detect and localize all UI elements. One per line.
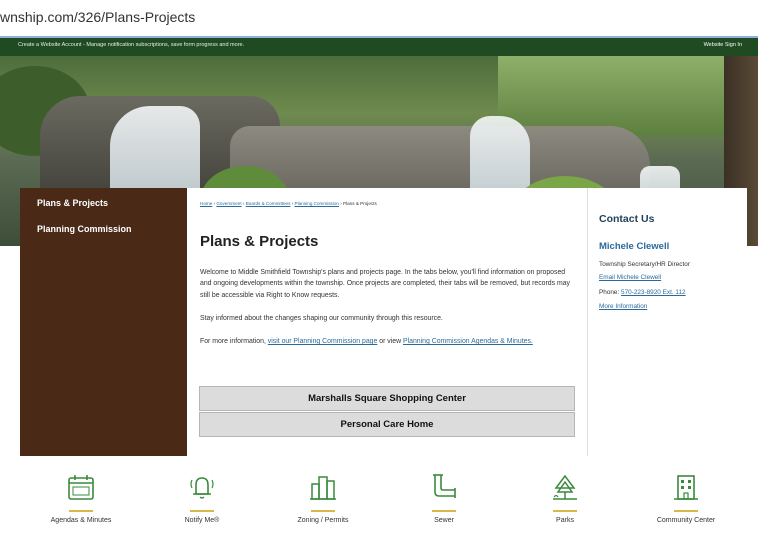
contact-email-link[interactable]: Email Michele Clewell xyxy=(599,274,661,281)
hero-background xyxy=(498,56,758,136)
bell-icon xyxy=(190,477,214,499)
main-content: Home › Government › Boards & Committees … xyxy=(187,188,587,456)
quicklink-label: Community Center xyxy=(656,517,716,524)
calendar-icon xyxy=(68,475,94,500)
quicklink-label: Zoning / Permits xyxy=(297,517,349,524)
contact-more-line: More Information xyxy=(599,303,647,310)
breadcrumb-boards[interactable]: Boards & Committees xyxy=(246,201,291,206)
quicklink-zoning-permits[interactable]: Zoning / Permits xyxy=(263,470,383,524)
more-information-link[interactable]: More Information xyxy=(599,303,647,310)
breadcrumb: Home › Government › Boards & Committees … xyxy=(200,201,377,206)
contact-phone-line: Phone: 570-223-8920 Ext. 112 xyxy=(599,289,686,296)
account-message-link[interactable]: Create a Website Account - Manage notifi… xyxy=(18,42,244,48)
quicklink-community-center[interactable]: Community Center xyxy=(626,470,746,524)
address-bar[interactable]: wnship.com/326/Plans-Projects xyxy=(0,0,758,38)
contact-panel: Contact Us Michele Clewell Township Secr… xyxy=(587,188,747,456)
accordion-tab-personal-care-home[interactable]: Personal Care Home xyxy=(199,412,575,437)
quicklink-accent-bar xyxy=(432,510,456,512)
breadcrumb-home[interactable]: Home xyxy=(200,201,212,206)
quicklink-label: Sewer xyxy=(434,517,454,524)
contact-role: Township Secretary/HR Director xyxy=(599,261,690,268)
accordion-tab-marshalls-square[interactable]: Marshalls Square Shopping Center xyxy=(199,386,575,411)
quicklink-accent-bar xyxy=(190,510,214,512)
phone-label: Phone: xyxy=(599,289,622,296)
sidebar-item-planning-commission[interactable]: Planning Commission xyxy=(37,224,132,234)
quicklink-notify-me[interactable]: Notify Me® xyxy=(142,470,262,524)
quicklink-accent-bar xyxy=(69,510,93,512)
breadcrumb-government[interactable]: Government xyxy=(216,201,241,206)
links-paragraph-text: For more information, xyxy=(200,338,268,345)
contact-email-line: Email Michele Clewell xyxy=(599,274,661,281)
sidebar-nav: Plans & Projects Planning Commission xyxy=(20,188,187,456)
agendas-minutes-link[interactable]: Planning Commission Agendas & Minutes. xyxy=(403,338,533,345)
links-paragraph: For more information, visit our Planning… xyxy=(200,336,578,347)
planning-commission-page-link[interactable]: visit our Planning Commission page xyxy=(268,338,378,345)
address-url[interactable]: wnship.com/326/Plans-Projects xyxy=(0,9,195,25)
info-paragraph: Stay informed about the changes shaping … xyxy=(200,315,443,322)
quicklink-parks[interactable]: Parks xyxy=(505,470,625,524)
quicklink-label: Parks xyxy=(556,517,574,524)
quicklink-label: Notify Me® xyxy=(184,517,220,524)
contact-phone-link[interactable]: 570-223-8920 Ext. 112 xyxy=(621,289,686,296)
quick-links: Agendas & Minutes Notify Me® Zoning / Pe… xyxy=(0,470,758,550)
buildings-icon xyxy=(310,476,336,500)
quicklink-accent-bar xyxy=(553,510,577,512)
contact-heading: Contact Us xyxy=(599,213,655,225)
links-paragraph-text: or view xyxy=(377,338,403,345)
pipe-icon xyxy=(433,474,456,498)
park-icon xyxy=(553,474,577,500)
breadcrumb-planning-commission[interactable]: Planning Commission xyxy=(295,201,339,206)
quicklink-sewer[interactable]: Sewer xyxy=(384,470,504,524)
sidebar-item-plans-projects[interactable]: Plans & Projects xyxy=(37,198,108,208)
contact-name: Michele Clewell xyxy=(599,241,670,252)
page-title: Plans & Projects xyxy=(200,233,319,250)
quicklink-label: Agendas & Minutes xyxy=(50,517,112,524)
intro-paragraph: Welcome to Middle Smithfield Township's … xyxy=(200,269,570,299)
account-bar: Create a Website Account - Manage notifi… xyxy=(0,38,758,56)
quicklink-accent-bar xyxy=(311,510,335,512)
quicklink-accent-bar xyxy=(674,510,698,512)
website-sign-in-link[interactable]: Website Sign In xyxy=(704,42,742,48)
building-icon xyxy=(674,475,698,500)
breadcrumb-current: Plans & Projects xyxy=(343,201,377,206)
quicklink-agendas-minutes[interactable]: Agendas & Minutes xyxy=(21,470,141,524)
